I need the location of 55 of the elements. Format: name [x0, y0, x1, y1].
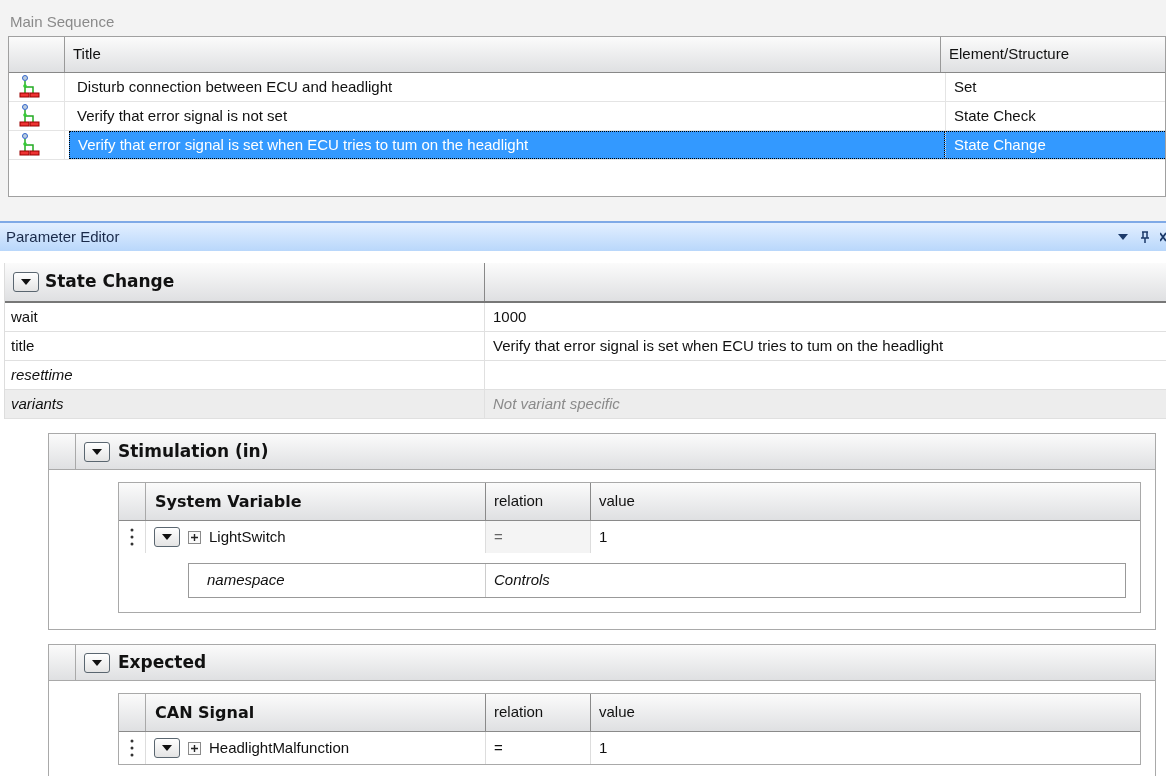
property-value: Controls	[494, 570, 550, 591]
step-element: State Check	[954, 105, 1036, 126]
section-title: Stimulation (in)	[118, 439, 269, 463]
hierarchy-icon	[19, 132, 41, 158]
caret-icon	[92, 448, 102, 455]
sequence-row[interactable]: Disturb connection between ECU and headlight Set	[9, 73, 1165, 102]
relation-value: =	[494, 737, 503, 758]
property-value: 1000	[493, 306, 527, 327]
dropdown-button[interactable]	[84, 441, 110, 462]
dropdown-icon[interactable]	[1118, 234, 1128, 240]
step-element: Set	[954, 76, 977, 97]
group-title: State Change	[45, 270, 175, 294]
pin-icon[interactable]	[1140, 231, 1150, 243]
step-title: Verify that error signal is set when ECU tries to tum on the headlight	[78, 134, 529, 155]
hierarchy-icon	[19, 74, 41, 100]
caret-icon	[21, 279, 31, 285]
drag-handle-icon[interactable]	[130, 739, 134, 757]
close-icon[interactable]	[1160, 232, 1166, 242]
expand-icon[interactable]	[188, 741, 201, 755]
step-title: Verify that error signal is not set	[77, 105, 288, 126]
hierarchy-icon	[19, 103, 41, 129]
expand-icon[interactable]	[188, 530, 201, 544]
panel-title: Parameter Editor	[6, 226, 121, 247]
column-header: System Variable	[155, 490, 302, 513]
section-title: Expected	[118, 650, 207, 674]
variable-name: HeadlightMalfunction	[209, 737, 350, 758]
property-name: title	[11, 335, 35, 356]
step-title: Disturb connection between ECU and headlight	[77, 76, 393, 97]
property-value: Not variant specific	[493, 393, 620, 414]
value-text: 1	[599, 737, 608, 758]
property-value: Verify that error signal is set when ECU tries to tum on the headlight	[493, 335, 944, 356]
dropdown-button[interactable]	[13, 272, 39, 292]
variable-name: LightSwitch	[209, 526, 286, 547]
caret-icon	[162, 745, 172, 751]
column-header: relation	[494, 702, 544, 723]
column-header: value	[599, 702, 635, 723]
dropdown-button[interactable]	[84, 652, 110, 673]
caret-icon	[92, 659, 102, 666]
panel-title: Main Sequence	[10, 11, 115, 32]
step-element: State Change	[954, 134, 1046, 155]
column-header: relation	[494, 491, 544, 512]
caret-icon	[162, 534, 172, 540]
dropdown-button[interactable]	[154, 738, 180, 758]
property-name: namespace	[207, 570, 285, 591]
drag-handle-icon[interactable]	[130, 528, 134, 546]
column-header: Title	[73, 44, 101, 65]
column-header: Element/Structure	[949, 44, 1070, 65]
dropdown-button[interactable]	[154, 527, 180, 547]
value-text: 1	[599, 526, 608, 547]
column-header: CAN Signal	[155, 701, 255, 724]
relation-value: =	[494, 526, 503, 547]
property-name: variants	[11, 393, 64, 414]
column-header: value	[599, 491, 635, 512]
property-name: wait	[11, 306, 38, 327]
property-name: resettime	[11, 364, 73, 385]
